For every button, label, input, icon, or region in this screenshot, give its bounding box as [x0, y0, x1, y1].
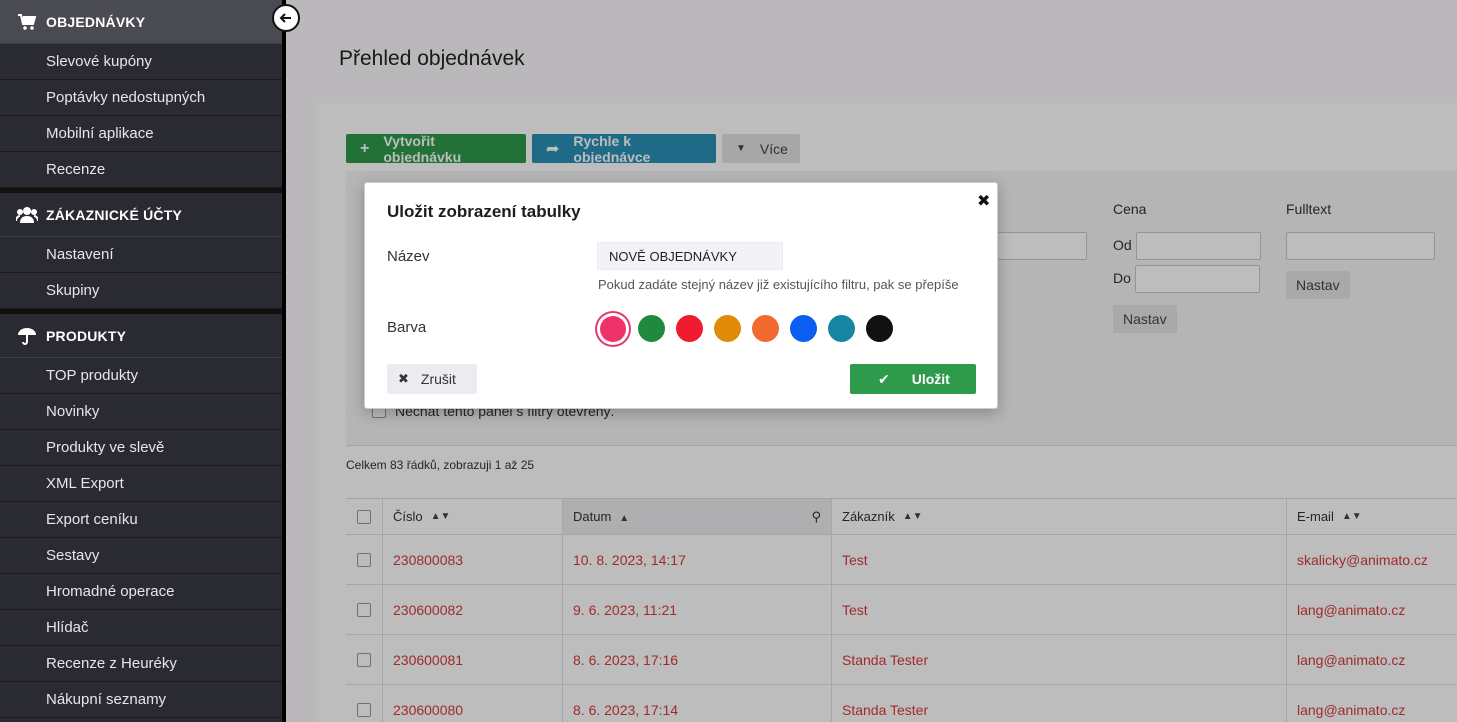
color-swatch[interactable]: [790, 315, 817, 342]
sidebar-section-header[interactable]: OBJEDNÁVKY: [0, 0, 282, 44]
color-swatch[interactable]: [752, 315, 779, 342]
sidebar-item[interactable]: XML Export: [0, 466, 282, 502]
save-label: Uložit: [911, 371, 950, 387]
sidebar-item[interactable]: Export ceníku: [0, 502, 282, 538]
color-label: Barva: [387, 319, 427, 336]
collapse-sidebar-button[interactable]: [272, 4, 300, 32]
sidebar-section-title: OBJEDNÁVKY: [46, 13, 146, 30]
save-button[interactable]: ✔ Uložit: [850, 364, 976, 394]
sidebar-item[interactable]: Nákupní seznamy: [0, 682, 282, 718]
color-swatch[interactable]: [676, 315, 703, 342]
sidebar-section-title: ZÁKAZNICKÉ ÚČTY: [46, 206, 182, 223]
color-swatch[interactable]: [866, 315, 893, 342]
cancel-button[interactable]: ✖ Zrušit: [387, 364, 477, 394]
sidebar-item[interactable]: Hlídač: [0, 610, 282, 646]
color-swatch[interactable]: [600, 316, 626, 342]
sidebar-item[interactable]: Mobilní aplikace: [0, 116, 282, 152]
sidebar-item[interactable]: Hromadné operace: [0, 574, 282, 610]
sidebar-item[interactable]: Recenze: [0, 152, 282, 188]
sidebar-item[interactable]: Recenze z Heuréky: [0, 646, 282, 682]
modal-title: Uložit zobrazení tabulky: [387, 202, 581, 221]
color-swatch[interactable]: [638, 315, 665, 342]
close-x-icon: ✖: [398, 371, 409, 386]
umbrella-icon: [16, 327, 38, 345]
users-icon: [16, 206, 38, 224]
sidebar-item[interactable]: Slevové kupóny: [0, 44, 282, 80]
save-view-modal: Uložit zobrazení tabulky ✖ Název NOVĚ OB…: [364, 182, 998, 409]
color-swatch[interactable]: [828, 315, 855, 342]
sidebar: OBJEDNÁVKY Slevové kupóny Poptávky nedostu…: [0, 0, 282, 722]
sidebar-item[interactable]: Poptávky nedostupných: [0, 80, 282, 116]
arrow-left-icon: [279, 13, 291, 23]
color-picker: [597, 315, 893, 342]
sidebar-section-header[interactable]: ZÁKAZNICKÉ ÚČTY: [0, 193, 282, 237]
sidebar-item[interactable]: Novinky: [0, 394, 282, 430]
sidebar-item[interactable]: TOP produkty: [0, 358, 282, 394]
view-name-input[interactable]: NOVĚ OBJEDNÁVKY: [597, 242, 783, 270]
name-hint: Pokud zadáte stejný název již existující…: [598, 277, 959, 292]
close-icon[interactable]: ✖: [977, 191, 990, 211]
cancel-label: Zrušit: [420, 371, 456, 387]
sidebar-item[interactable]: Sestavy: [0, 538, 282, 574]
name-label: Název: [387, 248, 430, 265]
check-icon: ✔: [878, 370, 890, 387]
sidebar-item[interactable]: Skupiny: [0, 273, 282, 309]
sidebar-item[interactable]: Produkty ve slevě: [0, 430, 282, 466]
sidebar-item[interactable]: Nastavení: [0, 237, 282, 273]
sidebar-section-title: PRODUKTY: [46, 327, 127, 344]
color-swatch[interactable]: [714, 315, 741, 342]
cart-icon: [16, 13, 38, 31]
sidebar-section-header[interactable]: PRODUKTY: [0, 314, 282, 358]
